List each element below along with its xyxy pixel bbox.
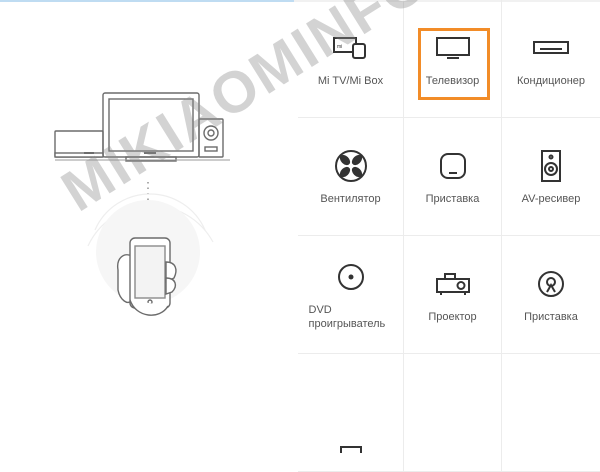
- device-grid: mi Mi TV/Mi Box Телевизор Кондиционер Ве…: [298, 0, 600, 472]
- set-top-box-icon: [431, 148, 475, 184]
- device-label: AV-ресивер: [521, 192, 581, 205]
- illustration-svg: [54, 92, 230, 316]
- device-label: Телевизор: [425, 74, 480, 87]
- device-label: Вентилятор: [320, 192, 381, 205]
- fan-icon: [329, 148, 373, 184]
- device-av-receiver[interactable]: AV-ресивер: [502, 118, 600, 236]
- device-empty[interactable]: [502, 354, 600, 472]
- projector-icon: [431, 266, 475, 302]
- device-fan[interactable]: Вентилятор: [298, 118, 404, 236]
- device-label: DVD проигрыватель: [308, 303, 386, 330]
- av-receiver-icon: [529, 148, 573, 184]
- device-projector[interactable]: Проектор: [404, 236, 502, 354]
- device-partial[interactable]: [298, 354, 404, 472]
- device-label: Mi TV/Mi Box: [317, 74, 384, 87]
- device-dvd-player[interactable]: DVD проигрыватель: [298, 236, 404, 354]
- air-conditioner-icon: [529, 30, 573, 66]
- device-set-top-box[interactable]: Приставка: [404, 118, 502, 236]
- device-mi-tv-box[interactable]: mi Mi TV/Mi Box: [298, 0, 404, 118]
- device-label: Кондиционер: [516, 74, 586, 87]
- device-satellite-box[interactable]: Приставка: [502, 236, 600, 354]
- device-label: Приставка: [425, 192, 480, 205]
- svg-text:mi: mi: [337, 44, 342, 50]
- device-empty[interactable]: [404, 354, 502, 472]
- device-tv[interactable]: Телевизор: [404, 0, 502, 118]
- device-label: Приставка: [524, 310, 578, 323]
- satellite-box-icon: [529, 266, 573, 302]
- setup-illustration: [0, 0, 298, 400]
- device-air-conditioner[interactable]: Кондиционер: [502, 0, 600, 118]
- device-label: Проектор: [428, 310, 477, 323]
- mi-tv-box-icon: mi: [329, 30, 373, 66]
- partial-icon: [329, 430, 373, 466]
- dvd-player-icon: [329, 259, 373, 295]
- tv-monitor-icon: [102, 92, 200, 158]
- tv-icon: [431, 30, 475, 66]
